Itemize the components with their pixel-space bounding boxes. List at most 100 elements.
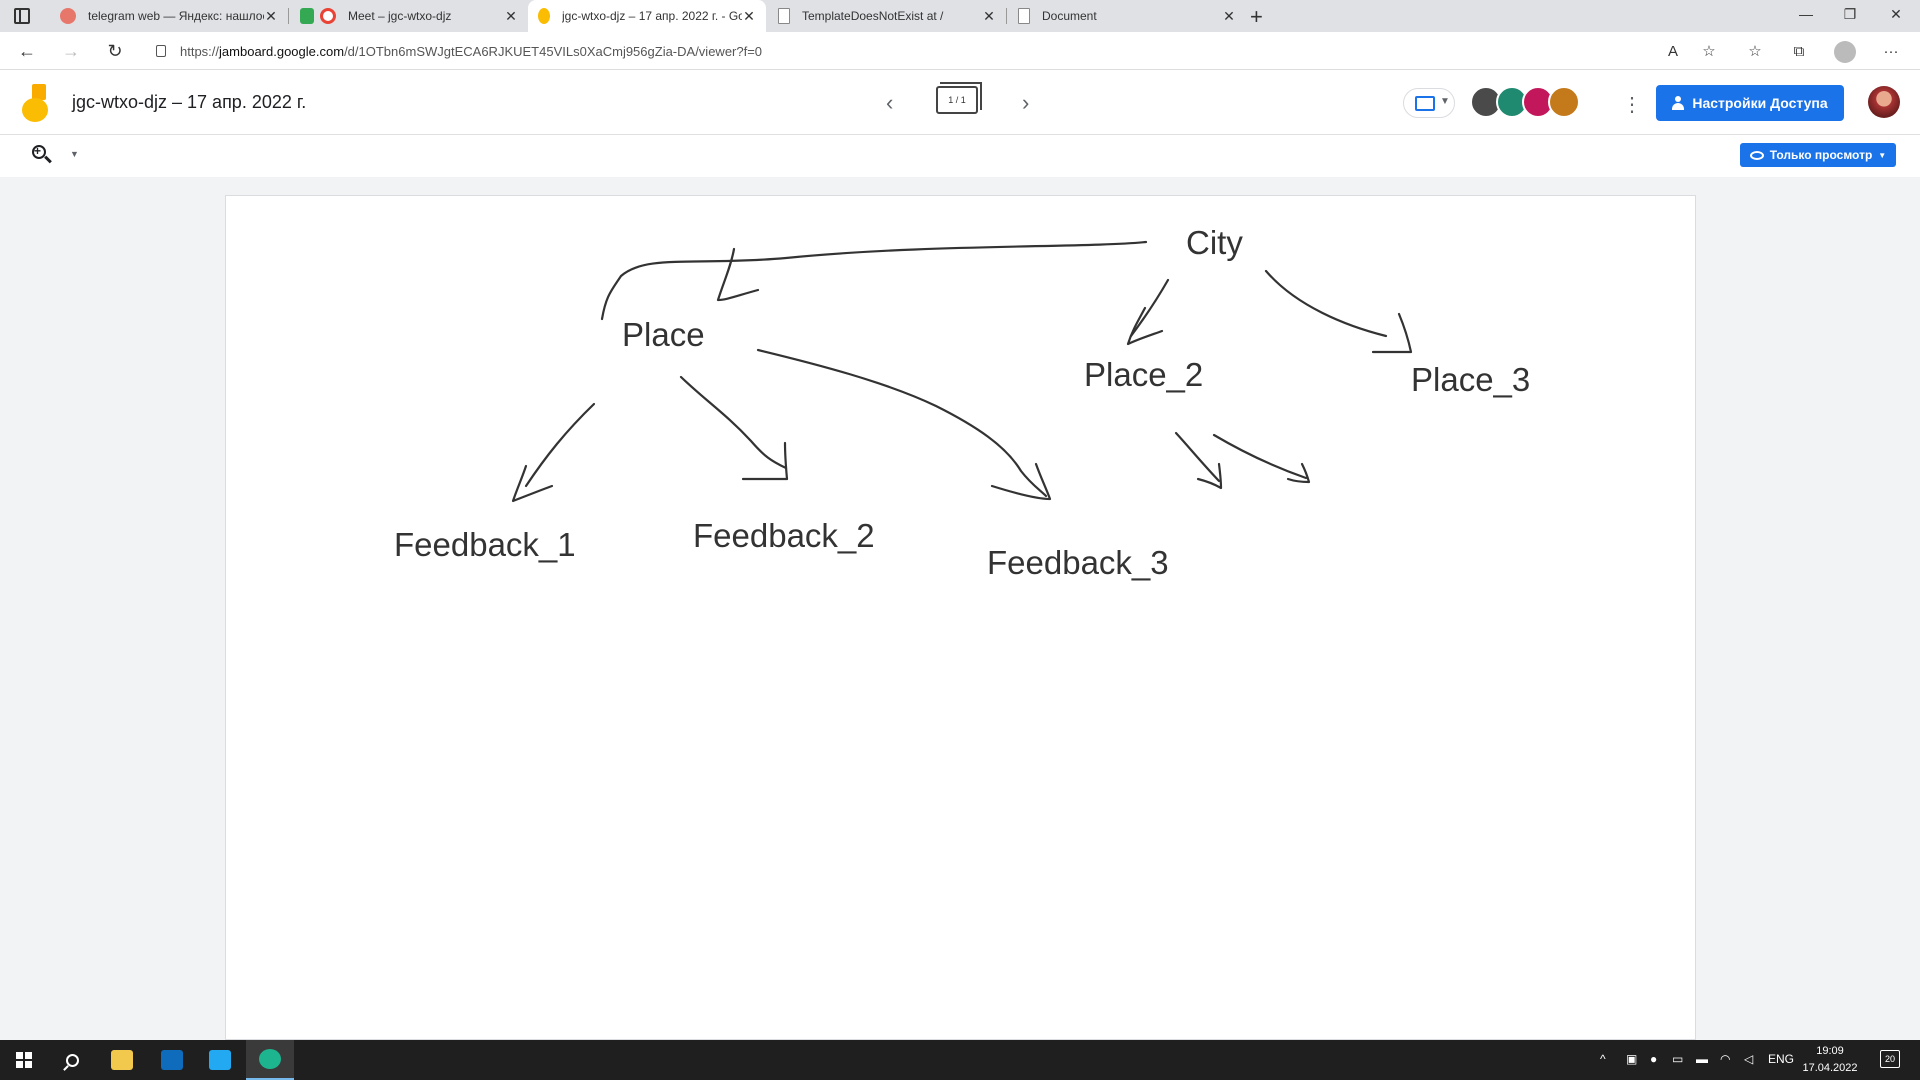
canvas-area: City Place Place_2 Place_3 Feedback_1 Fe…: [0, 177, 1920, 1040]
taskbar-clock[interactable]: 19:09 17.04.2022: [1790, 1043, 1870, 1077]
taskbar-app-edge[interactable]: [246, 1040, 294, 1080]
browser-tab[interactable]: Meet – jgc-wtxo-djz ✕: [290, 0, 528, 32]
wifi-icon[interactable]: ◠: [1720, 1052, 1730, 1066]
camera-icon[interactable]: ▣: [1626, 1052, 1637, 1066]
arrowhead: [511, 464, 554, 503]
frame-counter-text: 1 / 1: [948, 95, 966, 105]
reload-icon[interactable]: ↻: [104, 40, 126, 62]
back-icon[interactable]: ←: [16, 40, 38, 62]
tray-overflow-icon[interactable]: ^: [1600, 1052, 1606, 1066]
arrowhead: [1126, 306, 1164, 346]
arrow-place2-b: [1212, 433, 1308, 480]
forward-icon[interactable]: →: [60, 40, 82, 62]
search-button[interactable]: [48, 1040, 96, 1080]
zoom-icon[interactable]: +: [32, 144, 54, 167]
minimize-icon[interactable]: —: [1786, 6, 1826, 22]
frame-bar-toggle[interactable]: 1 / 1: [936, 82, 982, 114]
jamboard-favicon-icon: [538, 8, 550, 24]
arrow-place-fb1: [524, 402, 596, 488]
edge-icon: [259, 1049, 281, 1069]
user-avatar[interactable]: [1868, 86, 1900, 118]
tab-separator: [1006, 8, 1007, 24]
folder-icon: [111, 1050, 133, 1070]
recording-icon: [320, 8, 336, 24]
close-window-icon[interactable]: ✕: [1876, 6, 1916, 23]
browser-tab[interactable]: TemplateDoesNotExist at / ✕: [768, 0, 1006, 32]
jamboard-header: jgc-wtxo-djz – 17 апр. 2022 г. ‹ 1 / 1 ›…: [0, 70, 1920, 135]
volume-icon[interactable]: ◁: [1744, 1052, 1753, 1066]
document-title: jgc-wtxo-djz – 17 апр. 2022 г.: [72, 92, 307, 112]
close-tab-icon[interactable]: ✕: [982, 8, 996, 25]
share-settings-button[interactable]: Настройки Доступа: [1656, 85, 1844, 121]
arrowhead: [716, 247, 760, 302]
present-icon: [1415, 96, 1435, 111]
screen-share-icon[interactable]: ▭: [1672, 1052, 1683, 1066]
new-tab-icon[interactable]: +: [1250, 4, 1263, 30]
arrow-place2-a: [1174, 431, 1221, 483]
taskbar-app-outlook[interactable]: [148, 1040, 196, 1080]
windows-taskbar: ^ ▣ ● ▭ ▬ ◠ ◁ ENG 19:09 17.04.2022 20: [0, 1040, 1920, 1080]
google-meet-favicon-icon: [300, 8, 314, 24]
microphone-icon[interactable]: ●: [1650, 1052, 1657, 1066]
yandex-favicon-icon: [60, 8, 76, 24]
arrowhead: [1196, 462, 1223, 490]
caret-down-icon: ▼: [1878, 150, 1887, 160]
board-node-feedback3: Feedback_3: [987, 544, 1169, 581]
restore-icon[interactable]: ❐: [1830, 6, 1870, 23]
board-node-feedback2: Feedback_2: [693, 517, 875, 554]
chevron-left-icon[interactable]: ‹: [886, 90, 893, 116]
battery-icon[interactable]: ▬: [1696, 1052, 1708, 1066]
avatar[interactable]: [1548, 86, 1580, 118]
browser-tab-active[interactable]: jgc-wtxo-djz – 17 апр. 2022 г. - Google …: [528, 0, 766, 32]
browser-tab[interactable]: telegram web — Яндекс: нашлось ✕: [50, 0, 288, 32]
person-icon: [1672, 96, 1685, 110]
notifications-icon[interactable]: 20: [1880, 1050, 1900, 1068]
url-scheme: https://: [180, 43, 220, 59]
browser-tab[interactable]: Document ✕: [1008, 0, 1246, 32]
chevron-right-icon[interactable]: ›: [1022, 90, 1029, 116]
vscode-icon: [209, 1050, 231, 1070]
collections-icon[interactable]: ⧉: [1788, 41, 1810, 63]
jamboard-frame[interactable]: City Place Place_2 Place_3 Feedback_1 Fe…: [225, 195, 1696, 1040]
board-node-city: City: [1186, 224, 1243, 261]
tab-actions-icon[interactable]: [14, 8, 30, 24]
board-node-feedback1: Feedback_1: [394, 526, 576, 563]
read-aloud-icon[interactable]: A: [1662, 41, 1684, 63]
share-button-label: Настройки Доступа: [1692, 95, 1828, 111]
taskbar-app-vscode[interactable]: [196, 1040, 244, 1080]
more-options-icon[interactable]: ⋮: [1622, 92, 1642, 117]
jamboard-logo-icon[interactable]: [22, 84, 50, 122]
view-mode-dropdown[interactable]: Только просмотр ▼: [1740, 143, 1896, 167]
lock-icon: [156, 45, 166, 57]
start-button[interactable]: [0, 1040, 48, 1080]
arrowhead: [741, 441, 789, 481]
notification-count: 20: [1884, 1054, 1895, 1064]
browser-profile-icon[interactable]: [1834, 41, 1856, 63]
caret-down-icon: ▼: [1440, 96, 1450, 107]
close-tab-icon[interactable]: ✕: [504, 8, 518, 25]
browser-tab-strip: telegram web — Яндекс: нашлось ✕ Meet – …: [0, 0, 1920, 32]
zoom-dropdown-icon[interactable]: ▼: [70, 149, 79, 159]
search-icon: [65, 1053, 79, 1067]
favorites-icon[interactable]: ☆: [1744, 41, 1766, 63]
tab-title: Document: [1042, 9, 1097, 23]
close-tab-icon[interactable]: ✕: [742, 8, 756, 25]
close-tab-icon[interactable]: ✕: [1222, 8, 1236, 25]
more-menu-icon[interactable]: ···: [1880, 41, 1902, 63]
url-path: /d/1OTbn6mSWJgtECA6RJKUET45VILs0XaCmj956…: [344, 43, 763, 59]
address-bar-row: ← → ↻ https://jamboard.google.com/d/1OTb…: [0, 32, 1920, 70]
board-toolbar: + ▼ Только просмотр ▼: [0, 135, 1920, 177]
url-field[interactable]: https://jamboard.google.com/d/1OTbn6mSWJ…: [144, 37, 1664, 65]
taskbar-app-explorer[interactable]: [98, 1040, 146, 1080]
present-to-meeting-button[interactable]: ▼: [1403, 88, 1455, 118]
close-tab-icon[interactable]: ✕: [264, 8, 278, 25]
tab-title: Meet – jgc-wtxo-djz: [348, 9, 452, 23]
add-favorite-icon[interactable]: ☆: [1698, 41, 1720, 63]
tab-title: telegram web — Яндекс: нашлось: [88, 9, 264, 23]
board-node-place: Place: [622, 316, 705, 353]
eye-icon: [1749, 150, 1764, 160]
arrow-city-place3: [1264, 269, 1388, 338]
page-favicon-icon: [778, 8, 790, 24]
view-mode-label: Только просмотр: [1769, 148, 1873, 162]
windows-logo-icon: [16, 1052, 32, 1068]
